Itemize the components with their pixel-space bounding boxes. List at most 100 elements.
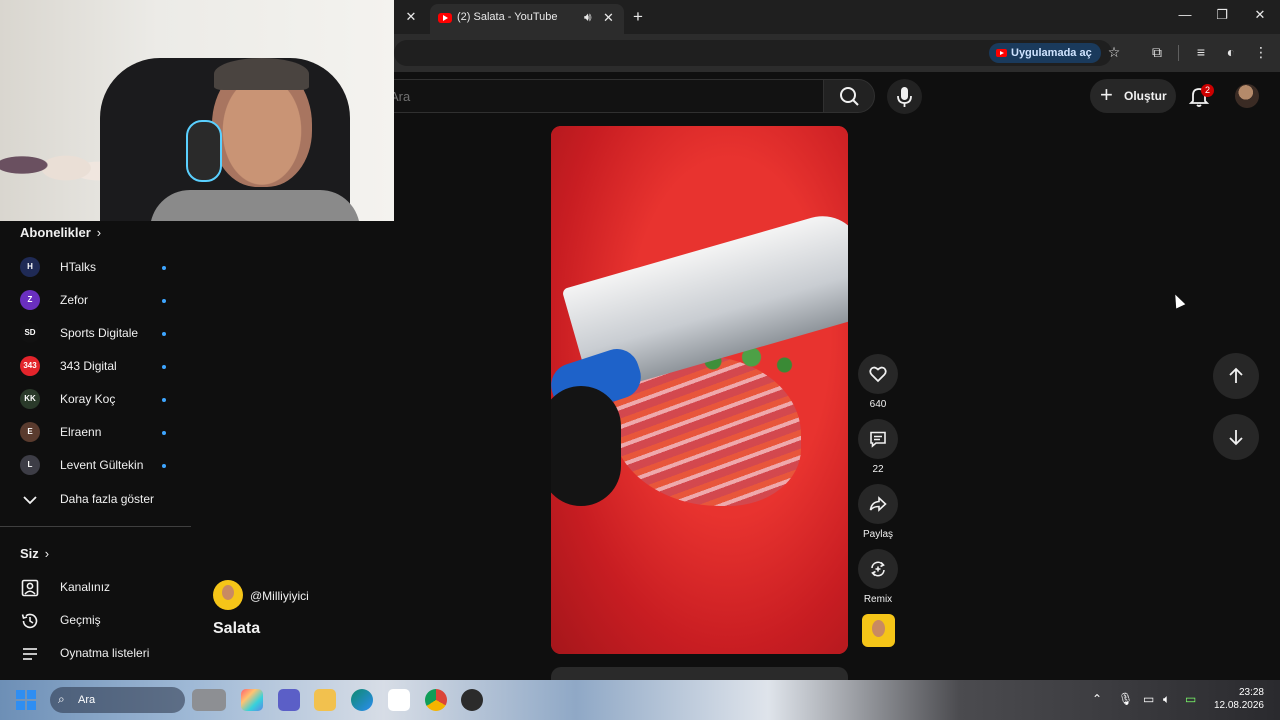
- comment-count: 22: [872, 464, 884, 475]
- remix-icon: [871, 561, 885, 577]
- window-close-icon[interactable]: ✕: [1250, 7, 1270, 23]
- gloved-hand: [551, 386, 621, 506]
- headset-icon: [186, 120, 222, 182]
- comments-button[interactable]: [858, 419, 898, 459]
- create-button[interactable]: + Oluştur: [1090, 79, 1176, 113]
- sidebar-divider: [0, 526, 191, 527]
- file-explorer-icon[interactable]: [314, 689, 336, 711]
- share-button[interactable]: [858, 484, 898, 524]
- youtube-app-icon: [996, 49, 1007, 57]
- chevron-right-icon: ›: [96, 225, 102, 240]
- channel-handle[interactable]: @Milliyiyici: [250, 589, 309, 603]
- share-label: Paylaş: [862, 529, 893, 540]
- remix-button[interactable]: [858, 549, 898, 589]
- sidebar-item-koray-koc[interactable]: KK Koray Koç: [0, 383, 191, 416]
- sidebar-item-playlists[interactable]: Oynatma listeleri: [0, 637, 191, 670]
- open-in-app-label: Uygulamada aç: [1011, 47, 1092, 59]
- sidebar-item-343-digital[interactable]: 343 343 Digital: [0, 350, 191, 383]
- profile-icon[interactable]: ◐: [1222, 44, 1240, 60]
- tab-close-icon[interactable]: ✕: [603, 10, 614, 26]
- your-channel-label: Kanalınız: [60, 580, 111, 594]
- open-in-app-button[interactable]: Uygulamada aç: [989, 43, 1101, 63]
- sidebar-item-your-channel[interactable]: Kanalınız: [0, 571, 191, 604]
- extensions-icon[interactable]: ⧉: [1148, 44, 1166, 61]
- short-title: Salata: [213, 620, 261, 637]
- new-tab-icon[interactable]: +: [633, 7, 643, 27]
- channel-name: Koray Koç: [60, 392, 116, 406]
- channel-avatar: KK: [20, 389, 40, 409]
- show-more-label: Daha fazla göster: [60, 492, 155, 506]
- channel-avatar[interactable]: [213, 580, 243, 610]
- history-label: Geçmiş: [60, 613, 101, 627]
- sidebar-item-levent-gultekin[interactable]: L Levent Gültekin: [0, 449, 191, 482]
- previous-tab-close-icon[interactable]: ✕: [403, 9, 419, 25]
- active-tab[interactable]: (2) Salata - YouTube 🔊︎ ✕: [430, 4, 624, 34]
- media-control-icon[interactable]: ≡: [1192, 44, 1210, 60]
- tray-overflow-icon[interactable]: ⌃: [1092, 692, 1102, 706]
- new-content-dot: [162, 266, 166, 270]
- search-input[interactable]: Ara: [390, 79, 824, 113]
- channel-avatar: L: [20, 455, 40, 475]
- bookmark-star-icon[interactable]: ☆: [1105, 44, 1123, 61]
- remix-label: Remix: [863, 594, 893, 605]
- channel-avatar: Z: [20, 290, 40, 310]
- minimize-icon[interactable]: —: [1175, 7, 1195, 22]
- mouse-cursor-icon: [1170, 292, 1186, 309]
- edge-icon[interactable]: [351, 689, 373, 711]
- account-avatar[interactable]: [1235, 84, 1259, 108]
- volume-icon[interactable]: 🔈︎: [1163, 692, 1170, 707]
- new-content-dot: [162, 365, 166, 369]
- teams-icon[interactable]: [278, 689, 300, 711]
- taskbar-search[interactable]: ⌕ Ara: [50, 687, 185, 713]
- browser-menu-icon[interactable]: ⋮: [1252, 44, 1270, 61]
- restore-icon[interactable]: ❐: [1212, 7, 1232, 23]
- microphone-tray-icon[interactable]: 🎙︎: [1118, 692, 1133, 706]
- previous-short-button[interactable]: [1213, 353, 1259, 399]
- you-title-text: Siz: [20, 546, 39, 561]
- channel-avatar: H: [20, 257, 40, 277]
- next-short-preview[interactable]: [551, 667, 848, 681]
- audio-playing-icon[interactable]: 🔊︎: [584, 10, 592, 25]
- next-short-button[interactable]: [1213, 414, 1259, 460]
- voice-search-button[interactable]: [887, 79, 922, 114]
- create-label: Oluştur: [1124, 89, 1167, 103]
- channel-name: Sports Digitale: [60, 326, 139, 340]
- sidebar-item-htalks[interactable]: H HTalks: [0, 251, 191, 284]
- taskbar-clock[interactable]: 23:28 12.08.2026: [1212, 686, 1264, 712]
- sound-thumbnail[interactable]: [862, 614, 895, 647]
- copilot-icon[interactable]: [241, 689, 263, 711]
- start-button[interactable]: [16, 690, 36, 710]
- short-video-player[interactable]: [551, 126, 848, 654]
- webcam-overlay: [0, 0, 394, 221]
- subscriptions-title[interactable]: Abonelikler ›: [20, 225, 101, 240]
- sidebar-item-sports-digitale[interactable]: SD Sports Digitale: [0, 317, 191, 350]
- channel-avatar: E: [20, 422, 40, 442]
- microsoft-store-icon[interactable]: [388, 689, 410, 711]
- battery-icon[interactable]: ▭: [1185, 692, 1196, 706]
- plus-icon: +: [1100, 82, 1113, 107]
- obs-icon[interactable]: [461, 689, 483, 711]
- new-content-dot: [162, 431, 166, 435]
- like-button[interactable]: [858, 354, 898, 394]
- widgets-icon[interactable]: [192, 689, 226, 711]
- channel-name: Elraenn: [60, 425, 102, 439]
- display-tray-icon[interactable]: ▭: [1143, 692, 1154, 706]
- sidebar-item-elraenn[interactable]: E Elraenn: [0, 416, 191, 449]
- sidebar-item-history[interactable]: Geçmiş: [0, 604, 191, 637]
- show-more-button[interactable]: Daha fazla göster: [0, 483, 191, 516]
- comment-icon: [870, 431, 886, 448]
- chrome-icon[interactable]: [425, 689, 447, 711]
- sidebar-item-zefor[interactable]: Z Zefor: [0, 284, 191, 317]
- toolbar-separator: [1178, 45, 1179, 61]
- channel-name: Levent Gültekin: [60, 458, 144, 472]
- playlists-label: Oynatma listeleri: [60, 646, 150, 660]
- subscriptions-title-text: Abonelikler: [20, 225, 91, 240]
- you-section-title[interactable]: Siz ›: [20, 546, 49, 561]
- notification-badge: 2: [1201, 84, 1214, 97]
- new-content-dot: [162, 398, 166, 402]
- clock-date: 12.08.2026: [1213, 700, 1264, 711]
- microphone-icon: [897, 87, 912, 107]
- history-icon: [21, 613, 38, 629]
- heart-icon: [869, 366, 887, 383]
- search-button[interactable]: [823, 79, 875, 113]
